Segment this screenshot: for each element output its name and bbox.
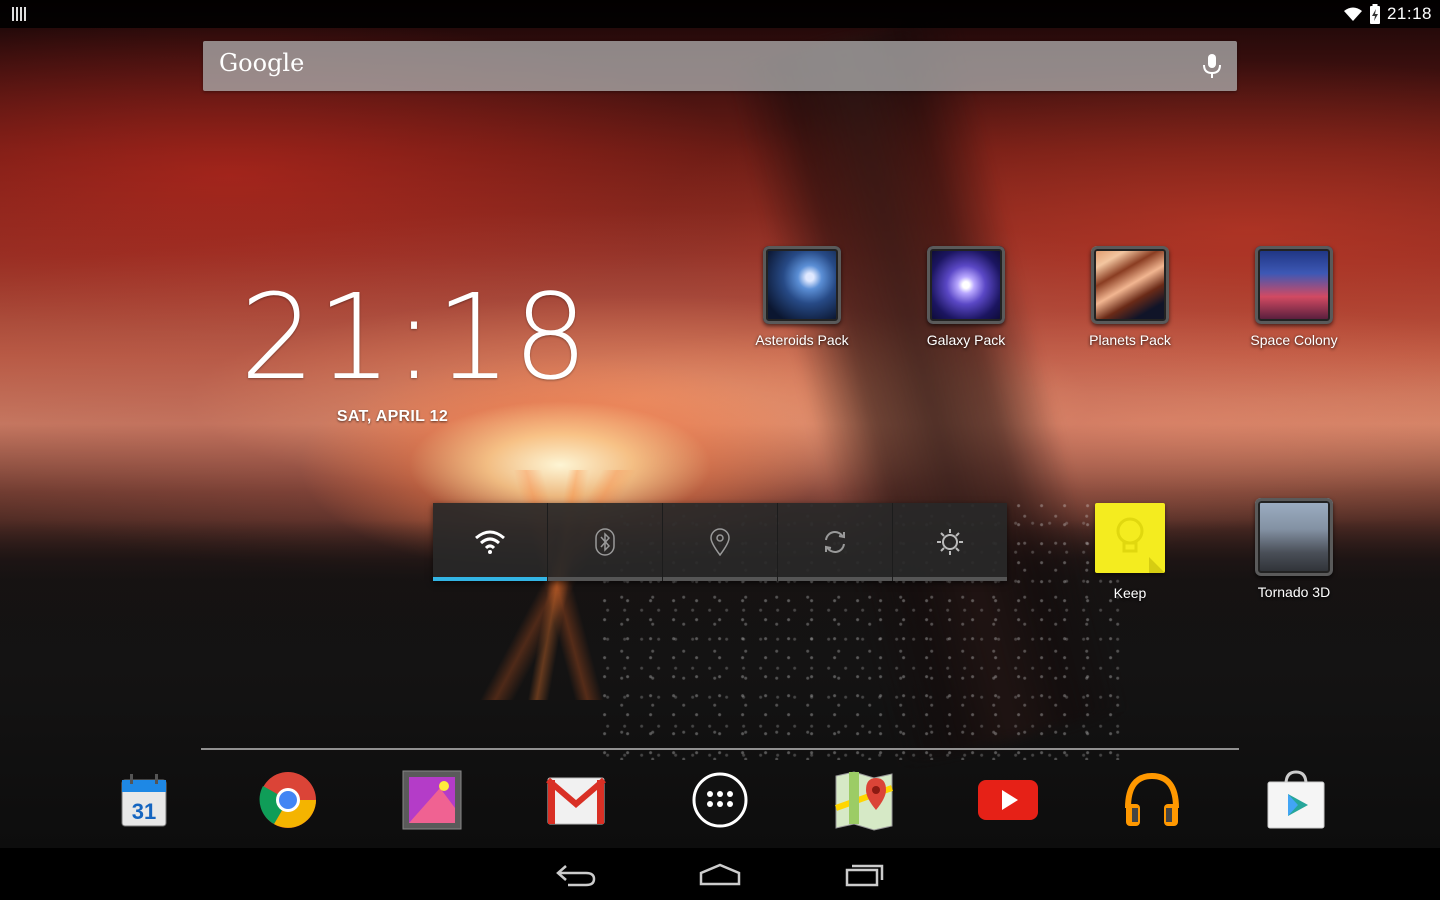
google-search-bar[interactable]: Google xyxy=(203,41,1237,91)
maps-icon xyxy=(834,771,894,831)
wifi-toggle-indicator xyxy=(433,577,547,581)
back-icon xyxy=(556,865,596,887)
dock-app-maps[interactable] xyxy=(832,768,896,832)
dock-app-chrome[interactable] xyxy=(256,768,320,832)
gallery-icon xyxy=(402,770,462,830)
app-tornado-3d[interactable]: Tornado 3D xyxy=(1229,498,1359,600)
sync-toggle[interactable] xyxy=(778,503,893,581)
app-label: Tornado 3D xyxy=(1257,584,1331,600)
navigation-bar xyxy=(0,848,1440,900)
home-icon xyxy=(699,863,741,886)
gmail-icon xyxy=(546,777,606,825)
notification-icon[interactable] xyxy=(12,7,28,21)
dock-app-calendar[interactable]: 31 xyxy=(112,768,176,832)
headphones-icon xyxy=(1125,772,1179,826)
wifi-toggle[interactable] xyxy=(433,503,548,581)
status-time: 21:18 xyxy=(1386,4,1432,23)
wifi-icon xyxy=(1343,7,1362,21)
youtube-icon xyxy=(978,780,1038,820)
dock-app-play-music[interactable] xyxy=(1120,768,1184,832)
app-asteroids-pack[interactable]: Asteroids Pack xyxy=(737,246,867,348)
app-label: Galaxy Pack xyxy=(926,332,1006,348)
asteroids-pack-icon xyxy=(763,246,841,324)
dock-divider xyxy=(201,748,1239,750)
dock-app-play-store[interactable] xyxy=(1264,768,1328,832)
brightness-toggle[interactable] xyxy=(893,503,1007,581)
calendar-icon: 31 xyxy=(121,774,167,827)
wifi-icon xyxy=(475,530,505,554)
app-planets-pack[interactable]: Planets Pack xyxy=(1065,246,1195,348)
google-logo: Google xyxy=(219,49,305,77)
app-label: Planets Pack xyxy=(1089,332,1171,348)
status-bar[interactable]: 21:18 xyxy=(0,0,1440,28)
bluetooth-icon xyxy=(595,528,615,556)
recents-icon xyxy=(845,864,884,887)
app-space-colony[interactable]: Space Colony xyxy=(1229,246,1359,348)
battery-icon xyxy=(1369,4,1380,24)
space-colony-icon xyxy=(1255,246,1333,324)
calendar-day-number: 31 xyxy=(132,799,156,824)
app-galaxy-pack[interactable]: Galaxy Pack xyxy=(901,246,1031,348)
apps-grid-icon xyxy=(692,772,748,828)
mic-icon[interactable] xyxy=(1201,53,1223,79)
app-keep[interactable]: Keep xyxy=(1065,503,1195,601)
sync-icon xyxy=(825,531,845,553)
dock-app-youtube[interactable] xyxy=(976,768,1040,832)
sync-toggle-indicator xyxy=(778,577,892,581)
tornado-3d-icon xyxy=(1255,498,1333,576)
location-toggle[interactable] xyxy=(663,503,778,581)
dock-app-gallery[interactable] xyxy=(400,768,464,832)
chrome-icon xyxy=(259,772,316,828)
home-screen: 21:18 Google 21:18 SAT, APRIL 12 Asteroi… xyxy=(0,0,1440,900)
dock-app-gmail[interactable] xyxy=(544,768,608,832)
dock-app-all-apps[interactable] xyxy=(688,768,752,832)
location-toggle-indicator xyxy=(663,577,777,581)
planets-pack-icon xyxy=(1091,246,1169,324)
app-label: Space Colony xyxy=(1250,332,1338,348)
bluetooth-toggle[interactable] xyxy=(548,503,663,581)
status-bar-right[interactable]: 21:18 xyxy=(1343,3,1432,25)
home-button[interactable] xyxy=(698,860,742,888)
power-control-widget xyxy=(433,503,1007,581)
keep-icon xyxy=(1095,503,1165,573)
bluetooth-toggle-indicator xyxy=(548,577,662,581)
brightness-icon xyxy=(937,529,963,555)
galaxy-pack-icon xyxy=(927,246,1005,324)
app-label: Keep xyxy=(1113,585,1147,601)
brightness-toggle-indicator xyxy=(893,577,1007,581)
play-store-icon xyxy=(1267,770,1325,829)
clock-widget-time[interactable]: 21:18 xyxy=(240,272,588,402)
recents-button[interactable] xyxy=(842,860,886,888)
clock-widget-date[interactable]: SAT, APRIL 12 xyxy=(250,408,535,426)
back-button[interactable] xyxy=(554,860,598,888)
app-label: Asteroids Pack xyxy=(755,332,849,348)
location-icon xyxy=(710,528,730,556)
